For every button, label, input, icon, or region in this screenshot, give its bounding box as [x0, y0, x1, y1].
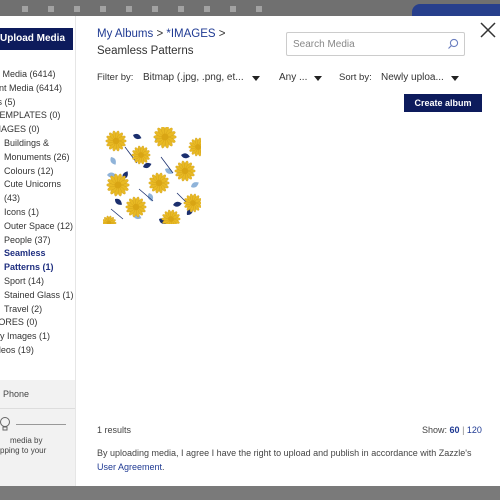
album-outer-space[interactable]: Outer Space (12)	[0, 220, 75, 234]
flower-motif	[183, 193, 201, 213]
media-thumbnail[interactable]	[103, 127, 201, 224]
album-albums[interactable]: Albums (5)	[0, 96, 75, 110]
file-type-value: Bitmap (.jpg, .png, et...	[143, 72, 244, 83]
breadcrumb-current: Seamless Patterns	[97, 45, 194, 57]
page-size-separator: |	[462, 425, 465, 435]
sort-by-label: Sort by:	[339, 72, 372, 83]
filter-bar: Filter by: Bitmap (.jpg, .png, et... Any…	[97, 70, 487, 86]
upload-hint-line1: media by	[10, 436, 43, 445]
album-cute-unicorns-cont[interactable]: (43)	[0, 192, 75, 206]
album-tree: All Media (6414) Recent Media (6414) Alb…	[0, 68, 75, 358]
album-buildings[interactable]: Buildings &	[0, 137, 75, 151]
background-next-button	[412, 4, 500, 16]
search-input[interactable]	[287, 33, 437, 55]
leaf-motif	[181, 153, 190, 159]
page-size-60[interactable]: 60	[450, 425, 460, 435]
album-cute-unicorns[interactable]: Cute Unicorns	[0, 178, 75, 192]
background-footer	[0, 486, 500, 500]
breadcrumb: My Albums > *IMAGES > Seamless Patterns	[97, 26, 277, 60]
sort-value: Newly uploa...	[381, 72, 444, 83]
chevron-down-icon	[451, 76, 459, 81]
flower-motif	[161, 209, 181, 224]
user-agreement-link[interactable]: User Agreement	[97, 462, 162, 472]
page-size-selector: Show: 60 | 120	[422, 425, 482, 435]
leaf-motif	[114, 198, 122, 205]
breadcrumb-images[interactable]: *IMAGES	[166, 28, 215, 40]
leaf-motif	[110, 157, 116, 165]
album-colours[interactable]: Colours (12)	[0, 165, 75, 179]
background-header	[0, 0, 500, 16]
upload-agreement: By uploading media, I agree I have the r…	[97, 446, 487, 474]
phone-upload-link[interactable]: Phone	[3, 389, 29, 399]
breadcrumb-separator: >	[153, 28, 167, 40]
media-modal: Upload Media All Media (6414) Recent Med…	[0, 16, 500, 486]
upload-media-button[interactable]: Upload Media	[0, 28, 73, 50]
flower-motif	[105, 130, 127, 152]
background-nav	[22, 6, 282, 12]
seamless-pattern-image	[103, 127, 201, 224]
album-people[interactable]: People (37)	[0, 234, 75, 248]
media-sidebar: Upload Media All Media (6414) Recent Med…	[0, 16, 76, 486]
album-all-media[interactable]: All Media (6414)	[0, 68, 75, 82]
album-icons[interactable]: Icons (1)	[0, 206, 75, 220]
flower-motif	[148, 172, 170, 194]
agreement-text: By uploading media, I agree I have the r…	[97, 448, 472, 458]
album-videos[interactable]: Videos (19)	[0, 344, 75, 358]
sidebar-footer: Phone media by pping to your	[0, 380, 75, 486]
album-seamless-cont[interactable]: Patterns (1)	[0, 261, 75, 275]
divider	[0, 408, 75, 409]
results-count: 1 results	[97, 425, 132, 435]
file-type-dropdown[interactable]: Bitmap (.jpg, .png, et...	[143, 70, 261, 86]
any-value: Any ...	[279, 72, 308, 83]
album-images[interactable]: IMAGES (0)	[0, 123, 75, 137]
album-sport[interactable]: Sport (14)	[0, 275, 75, 289]
album-templates[interactable]: TEMPLATES (0)	[0, 109, 75, 123]
flower-motif	[125, 196, 147, 218]
chevron-down-icon	[252, 76, 260, 81]
search-icon[interactable]	[447, 38, 459, 50]
leaf-motif	[133, 133, 142, 140]
album-travel[interactable]: Travel (2)	[0, 303, 75, 317]
any-dropdown[interactable]: Any ...	[279, 70, 323, 86]
upload-hint-line2: pping to your	[0, 446, 47, 455]
flower-motif	[131, 145, 151, 165]
sort-dropdown[interactable]: Newly uploa...	[381, 70, 461, 86]
close-icon[interactable]	[479, 21, 497, 39]
album-seamless[interactable]: Seamless	[0, 247, 75, 261]
album-privacy-images[interactable]: Privacy Images (1)	[0, 330, 75, 344]
hint-line	[16, 424, 66, 425]
flower-motif	[174, 160, 196, 182]
lightbulb-icon	[0, 417, 10, 431]
flower-motif	[103, 215, 117, 224]
flower-motif	[153, 127, 177, 149]
album-stores[interactable]: STORES (0)	[0, 316, 75, 330]
breadcrumb-my-albums[interactable]: My Albums	[97, 28, 153, 40]
chevron-down-icon	[314, 76, 322, 81]
leaf-motif	[191, 182, 199, 188]
search-box	[286, 32, 465, 56]
leaf-motif	[173, 201, 182, 207]
flower-motif	[188, 137, 201, 157]
page-size-120[interactable]: 120	[467, 425, 482, 435]
upload-hint: media by pping to your	[0, 436, 46, 456]
create-album-button[interactable]: Create album	[404, 94, 482, 112]
leaf-motif	[147, 193, 154, 202]
show-label: Show:	[422, 425, 448, 435]
album-recent-media[interactable]: Recent Media (6414)	[0, 82, 75, 96]
breadcrumb-separator: >	[215, 28, 226, 40]
agreement-end: .	[162, 462, 165, 472]
album-stained-glass[interactable]: Stained Glass (1)	[0, 289, 75, 303]
filter-by-label: Filter by:	[97, 72, 134, 83]
album-buildings-cont[interactable]: Monuments (26)	[0, 151, 75, 165]
